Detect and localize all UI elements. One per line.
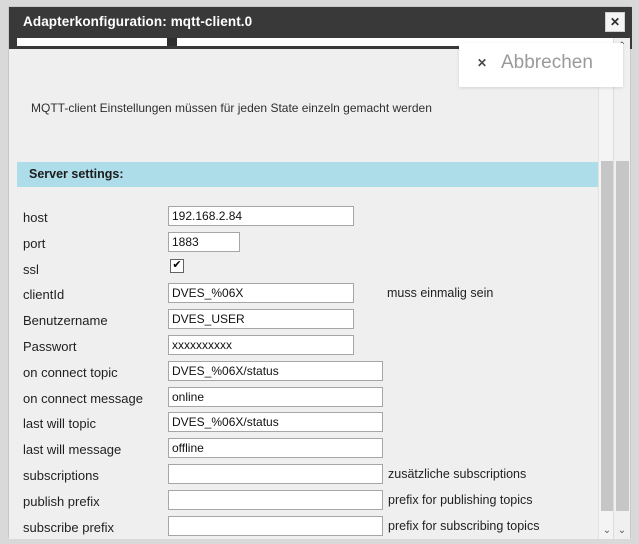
window-titlebar: Adapterkonfiguration: mqtt-client.0 ✕ [9, 7, 632, 38]
config-panel: MQTT-client Einstellungen müssen für jed… [9, 49, 615, 539]
field-input[interactable] [168, 206, 354, 226]
field-input[interactable] [168, 231, 240, 252]
field-label: clientId [23, 287, 65, 303]
field-row: Benutzername [9, 309, 598, 335]
field-row: subscriptions zusätzliche subscriptions [9, 464, 598, 490]
field-label: port [23, 235, 46, 251]
field-input[interactable] [168, 515, 383, 536]
field-input[interactable] [168, 386, 383, 407]
field-label: publish prefix [23, 493, 100, 509]
outer-scrollbar-thumb[interactable] [616, 161, 629, 511]
outer-scrollbar[interactable]: ⌃ ⌄ [613, 38, 630, 539]
field-row: publish prefix prefix for publishing topi… [9, 489, 598, 516]
close-small-icon: ✕ [477, 56, 488, 70]
field-input[interactable] [168, 309, 354, 330]
field-label: ssl [23, 261, 39, 277]
field-row: port [9, 231, 598, 258]
field-label: last will message [23, 442, 122, 458]
field-row: host [9, 206, 598, 232]
field-input[interactable] [168, 464, 383, 484]
chevron-down-icon[interactable]: ⌄ [614, 522, 630, 539]
close-icon[interactable]: ✕ [605, 12, 625, 32]
field-hint: prefix for subscribing topics [388, 518, 540, 533]
field-label: on connect message [23, 390, 143, 406]
field-label: on connect topic [23, 364, 118, 380]
field-row: on connect message [9, 386, 598, 413]
field-label: Benutzername [23, 313, 108, 329]
field-label: last will topic [23, 416, 96, 432]
adapter-config-window: Adapterkonfiguration: mqtt-client.0 ✕ ✕ … [8, 6, 632, 539]
field-row: clientId muss einmalig sein [9, 283, 598, 309]
tab-main[interactable] [17, 38, 169, 46]
field-hint: prefix for publishing topics [388, 492, 533, 507]
field-label: Passwort [23, 339, 77, 354]
field-hint: zusätzliche subscriptions [388, 467, 527, 481]
field-checkbox[interactable]: ✔ [170, 258, 184, 273]
section-header-label: Server settings: [29, 167, 124, 181]
window-title: Adapterkonfiguration: mqtt-client.0 [23, 14, 253, 29]
field-input[interactable] [168, 412, 383, 433]
field-input[interactable] [168, 438, 383, 459]
config-content: MQTT-client Einstellungen müssen für jed… [9, 49, 598, 539]
field-row: last will message [9, 438, 598, 464]
field-label: subscribe prefix [23, 519, 115, 535]
field-row: ssl ✔ [9, 258, 598, 284]
field-hint: muss einmalig sein [387, 286, 494, 301]
field-input[interactable] [168, 489, 383, 510]
field-row: on connect topic [9, 360, 598, 387]
field-row: Passwort [9, 335, 598, 361]
section-header-server-settings: Server settings: [17, 162, 598, 187]
field-row: subscribe prefix prefix for subscribing t… [9, 515, 598, 539]
tab-divider-handle [167, 38, 177, 46]
field-input[interactable] [168, 335, 354, 355]
field-row: last will topic [9, 412, 598, 438]
intro-note: MQTT-client Einstellungen müssen für jed… [31, 101, 432, 115]
field-input[interactable] [168, 360, 383, 381]
field-label: subscriptions [23, 468, 99, 483]
cancel-button-label: Abbrechen [501, 52, 593, 73]
cancel-button[interactable]: ✕ Abbrechen [459, 43, 623, 87]
field-label: host [23, 210, 48, 225]
field-input[interactable] [168, 283, 354, 304]
